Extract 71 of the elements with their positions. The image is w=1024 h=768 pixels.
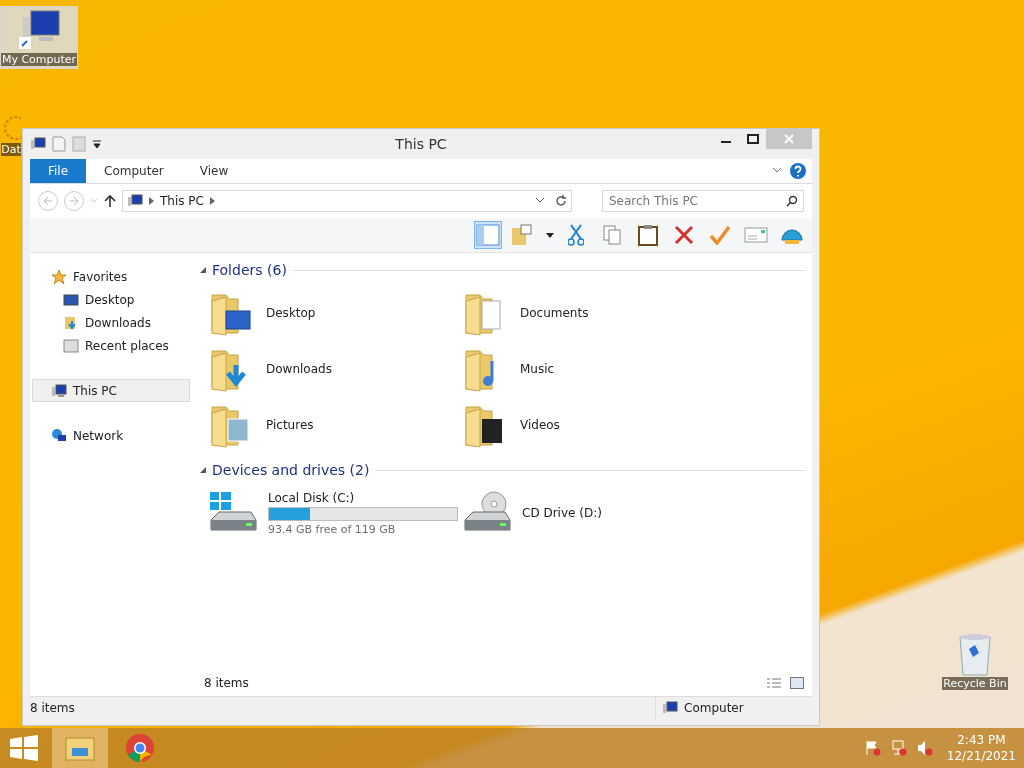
item-count: 8 items: [204, 676, 249, 690]
computer-icon: [662, 700, 678, 716]
file-explorer-button[interactable]: [52, 728, 108, 768]
item-name: CD Drive (D:): [522, 506, 602, 520]
folder-item[interactable]: Desktop: [208, 285, 462, 341]
browser-logo: [125, 733, 155, 763]
collapse-icon[interactable]: [200, 267, 206, 273]
window-title: This PC: [395, 136, 447, 152]
computer-icon: [51, 382, 67, 399]
refresh-icon[interactable]: [555, 195, 567, 207]
chevron-down-icon[interactable]: [772, 167, 782, 175]
nav-item[interactable]: Desktop: [32, 288, 190, 311]
item-name: Documents: [520, 306, 589, 320]
folder-item[interactable]: Videos: [462, 397, 716, 453]
nav-item[interactable]: Recent places: [32, 334, 190, 357]
layout-icon[interactable]: [474, 221, 502, 249]
monitor-icon: [63, 291, 79, 308]
drive-name: Local Disk (C:): [268, 490, 356, 505]
folder-item[interactable]: Music: [462, 341, 716, 397]
minimize-icon: [720, 141, 731, 143]
collapse-icon[interactable]: [200, 467, 206, 473]
section-heading[interactable]: Folders (6): [212, 262, 287, 278]
windows-logo: [10, 735, 38, 761]
status-location: Computer: [684, 701, 744, 715]
computer-icon: [127, 193, 143, 209]
search-field[interactable]: Search This PC: [602, 190, 804, 212]
nav-item[interactable]: Network: [32, 424, 190, 447]
item-name: Downloads: [266, 362, 332, 376]
dropdown-icon[interactable]: [92, 139, 102, 149]
ribbon-tab[interactable]: Computer: [86, 159, 182, 183]
speaker-icon[interactable]: [916, 740, 933, 756]
back-arrow-icon: [43, 196, 53, 206]
network-icon: [51, 427, 67, 444]
gear-icon: [1, 113, 21, 143]
item-name: Desktop: [266, 306, 316, 320]
tiles-view-icon[interactable]: [790, 677, 804, 689]
caret-icon: [149, 197, 154, 205]
close-icon: [784, 134, 794, 144]
caret-icon: [209, 197, 215, 205]
nav-item[interactable]: Downloads: [32, 311, 190, 334]
star-icon: [51, 268, 67, 285]
details-view-icon[interactable]: [766, 677, 782, 689]
free-space-text: 93.4 GB free of 119 GB: [268, 522, 397, 536]
maximize-icon: [746, 134, 759, 144]
section-heading[interactable]: Devices and drives (2): [212, 462, 370, 478]
network-icon[interactable]: [890, 740, 907, 756]
search-icon: [786, 195, 798, 207]
up-arrow-icon[interactable]: [104, 194, 116, 208]
item-name: Videos: [520, 418, 560, 432]
folder-item[interactable]: Documents: [462, 285, 716, 341]
folder-item[interactable]: Downloads: [208, 341, 462, 397]
drive-item[interactable]: CD Drive (D:): [462, 485, 716, 541]
caret-icon[interactable]: [546, 232, 554, 238]
ribbon-tab[interactable]: File: [30, 159, 87, 183]
nav-item[interactable]: Favorites: [32, 265, 190, 288]
nav-item[interactable]: This PC: [32, 379, 190, 402]
recycle-bin-icon: [957, 633, 993, 677]
help-icon[interactable]: [790, 163, 806, 179]
forward-arrow-icon: [69, 196, 79, 206]
item-name: Pictures: [266, 418, 314, 432]
status-count: 8 items: [30, 701, 75, 715]
address-bar[interactable]: This PC: [122, 190, 572, 212]
item-name: Music: [520, 362, 555, 376]
drive-item[interactable]: Local Disk (C:) 93.4 GB free of 119 GB: [208, 485, 462, 541]
desktop-icon[interactable]: My Computer: [0, 6, 78, 69]
folder-item[interactable]: Pictures: [208, 397, 462, 453]
flag-icon[interactable]: [864, 740, 881, 756]
chevron-down-icon[interactable]: [535, 197, 545, 205]
ribbon-tab[interactable]: View: [181, 159, 247, 183]
computer-icon: [30, 136, 46, 152]
document-icon[interactable]: [52, 136, 66, 152]
